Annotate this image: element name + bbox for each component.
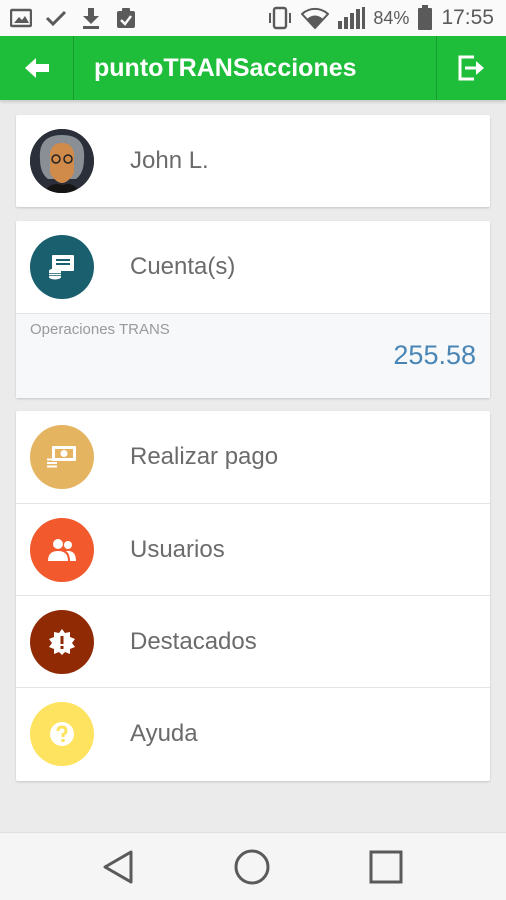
arrow-left-icon: [24, 58, 49, 78]
recents-square-icon: [369, 850, 403, 884]
accounts-row[interactable]: Cuenta(s): [16, 221, 490, 313]
exit-button[interactable]: [436, 36, 506, 100]
app-title: puntoTRANSacciones: [94, 54, 357, 82]
image-icon: [10, 8, 32, 28]
menu-item-usuarios[interactable]: Usuarios: [16, 503, 490, 595]
menu-item-realizar-pago[interactable]: Realizar pago: [16, 411, 490, 503]
status-bar: 84% 17:55: [0, 0, 506, 36]
download-icon: [83, 8, 99, 29]
back-button[interactable]: [0, 36, 74, 100]
menu-item-label: Destacados: [130, 628, 257, 655]
vibrate-icon: [269, 6, 292, 30]
nav-home-button[interactable]: [232, 847, 272, 887]
operations-panel: Operaciones TRANS 255.58: [16, 313, 490, 398]
accounts-card: Cuenta(s) Operaciones TRANS 255.58: [16, 221, 490, 398]
menu-item-label: Realizar pago: [130, 443, 279, 470]
system-icons: 84% 17:55: [267, 5, 494, 30]
accounts-icon: [30, 235, 94, 299]
profile-name: John L.: [130, 147, 209, 174]
check-icon: [45, 10, 67, 27]
operations-value: 255.58: [393, 340, 476, 370]
help-icon: [30, 702, 94, 766]
nav-back-button[interactable]: [98, 847, 138, 887]
menu-item-label: Ayuda: [130, 720, 198, 747]
navigation-bar: [0, 832, 506, 900]
menu-item-destacados[interactable]: Destacados: [16, 595, 490, 687]
user-avatar: [30, 129, 94, 193]
menu-item-label: Usuarios: [130, 536, 225, 563]
featured-icon: [30, 610, 94, 674]
clipboard-icon: [117, 8, 135, 28]
exit-icon: [458, 55, 484, 81]
menu-card: Realizar pago Usuarios Destacados Ayuda: [16, 411, 490, 781]
operations-label: Operaciones TRANS: [30, 321, 170, 338]
accounts-label: Cuenta(s): [130, 253, 236, 280]
notification-icons: [10, 6, 137, 30]
home-circle-icon: [234, 849, 270, 885]
profile-card: John L.: [16, 115, 490, 207]
wifi-icon: [301, 7, 330, 29]
clock: 17:55: [441, 6, 494, 29]
users-icon: [30, 518, 94, 582]
menu-item-ayuda[interactable]: Ayuda: [16, 687, 490, 779]
back-triangle-icon: [103, 850, 133, 884]
battery-icon: [418, 5, 433, 30]
payment-icon: [30, 425, 94, 489]
app-bar: puntoTRANSacciones: [0, 36, 506, 100]
signal-icon: [338, 7, 366, 29]
profile-row[interactable]: John L.: [16, 115, 490, 207]
battery-percent: 84%: [373, 7, 410, 28]
nav-recents-button[interactable]: [366, 847, 406, 887]
